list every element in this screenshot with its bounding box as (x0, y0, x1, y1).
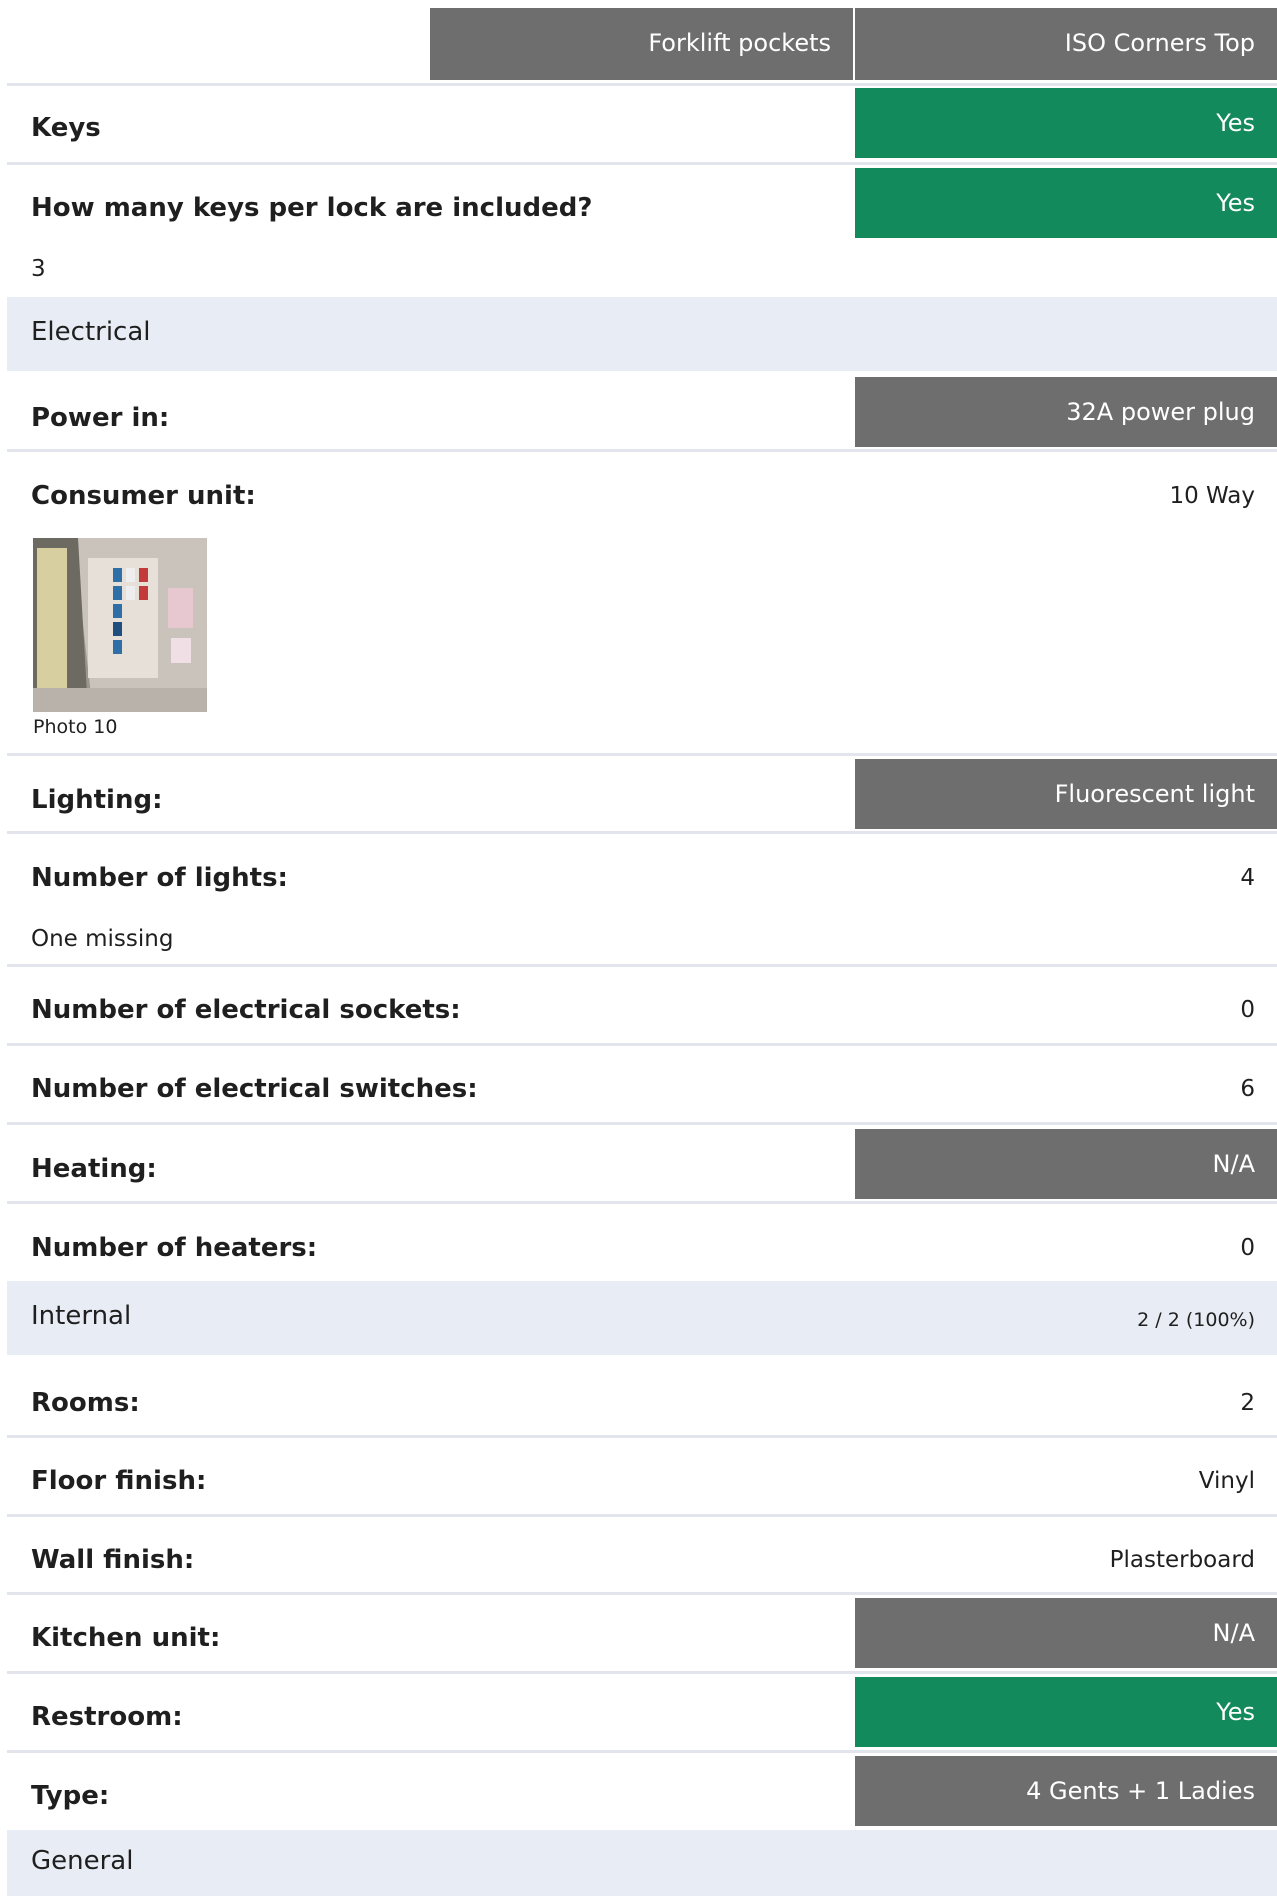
divider (7, 1592, 1277, 1595)
divider (7, 964, 1277, 967)
section-title: General (31, 1846, 134, 1876)
section-header-internal[interactable]: Internal 2 / 2 (100%) (7, 1281, 1277, 1355)
keys-label: Keys (31, 113, 101, 143)
section-progress: 2 / 2 (100%) (1137, 1309, 1255, 1331)
divider (7, 753, 1277, 756)
heating-label: Heating: (31, 1154, 157, 1184)
lighting-value-badge: Fluorescent light (855, 759, 1277, 829)
divider (7, 1122, 1277, 1125)
section-header-general[interactable]: General (7, 1830, 1277, 1896)
rooms-value: 2 (1240, 1390, 1255, 1416)
restroom-label: Restroom: (31, 1702, 183, 1732)
heating-value-badge: N/A (855, 1129, 1277, 1199)
divider (7, 1043, 1277, 1046)
keys-per-lock-label: How many keys per lock are included? (31, 193, 593, 223)
section-header-electrical[interactable]: Electrical (7, 297, 1277, 371)
keys-status-badge: Yes (855, 88, 1277, 158)
number-of-lights-note: One missing (31, 926, 174, 952)
divider (7, 162, 1277, 165)
wall-finish-label: Wall finish: (31, 1545, 195, 1575)
power-in-value-badge: 32A power plug (855, 377, 1277, 447)
wall-finish-value: Plasterboard (1109, 1547, 1255, 1573)
divider (7, 83, 1277, 86)
power-in-label: Power in: (31, 403, 170, 433)
switches-value: 6 (1240, 1076, 1255, 1102)
divider (7, 1201, 1277, 1204)
keys-per-lock-status-badge: Yes (855, 168, 1277, 238)
type-value-badge: 4 Gents + 1 Ladies (855, 1756, 1277, 1826)
heaters-value: 0 (1240, 1235, 1255, 1261)
divider (7, 449, 1277, 452)
type-label: Type: (31, 1781, 110, 1811)
divider (7, 831, 1277, 834)
keys-per-lock-note: 3 (31, 256, 46, 282)
restroom-status-badge: Yes (855, 1677, 1277, 1747)
sockets-label: Number of electrical sockets: (31, 995, 461, 1025)
floor-finish-label: Floor finish: (31, 1466, 207, 1496)
rooms-label: Rooms: (31, 1388, 140, 1418)
sockets-value: 0 (1240, 997, 1255, 1023)
kitchen-unit-value-badge: N/A (855, 1598, 1277, 1668)
number-of-lights-value: 4 (1240, 865, 1255, 891)
section-title: Internal (31, 1301, 132, 1331)
divider (7, 1435, 1277, 1438)
section-title: Electrical (31, 317, 151, 347)
divider (7, 1514, 1277, 1517)
consumer-unit-label: Consumer unit: (31, 481, 256, 511)
photo-caption: Photo 10 (33, 716, 118, 738)
header-cell-iso-corners-top: ISO Corners Top (855, 8, 1277, 80)
number-of-lights-label: Number of lights: (31, 863, 288, 893)
switches-label: Number of electrical switches: (31, 1074, 478, 1104)
heaters-label: Number of heaters: (31, 1233, 318, 1263)
consumer-unit-value: 10 Way (1169, 483, 1255, 509)
divider (7, 1671, 1277, 1674)
divider (7, 1750, 1277, 1753)
consumer-unit-photo[interactable] (33, 538, 207, 712)
photo-image (33, 538, 207, 712)
header-cell-forklift-pockets: Forklift pockets (430, 8, 853, 80)
floor-finish-value: Vinyl (1198, 1468, 1255, 1494)
lighting-label: Lighting: (31, 785, 163, 815)
kitchen-unit-label: Kitchen unit: (31, 1623, 221, 1653)
